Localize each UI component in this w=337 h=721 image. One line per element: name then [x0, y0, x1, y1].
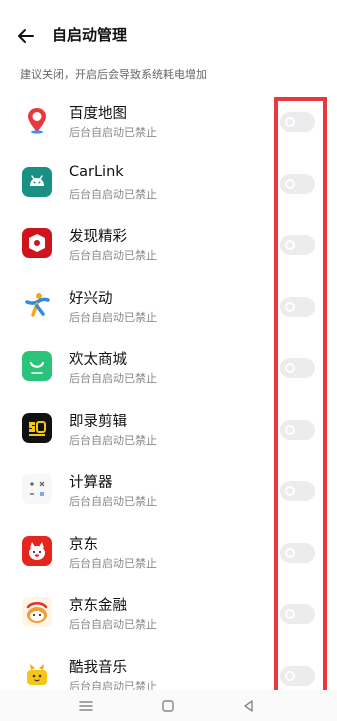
- back-button[interactable]: [14, 24, 38, 48]
- app-name: 好兴动: [69, 290, 113, 307]
- app-name: 计算器: [69, 475, 113, 491]
- toggle-knob: [285, 363, 295, 373]
- jilu-editor-icon: [22, 412, 52, 443]
- back-triangle-icon: [244, 700, 253, 712]
- app-row[interactable]: 欢太商城 后台自启动已禁止: [0, 336, 337, 398]
- app-name: 京东金融: [69, 598, 127, 614]
- app-list: 百度地图 后台自启动已禁止 CarLink 后台自启动已禁止 发现精彩 后台自启…: [0, 90, 337, 705]
- huantai-mall-icon: [22, 351, 52, 381]
- app-status: 后台自启动已禁止: [69, 495, 157, 508]
- home-button[interactable]: [159, 697, 177, 715]
- app-row[interactable]: 好兴动 后台自启动已禁止: [0, 275, 337, 337]
- page-title: 自启动管理: [52, 26, 128, 44]
- autostart-toggle[interactable]: [280, 481, 315, 501]
- menu-button[interactable]: [77, 697, 95, 715]
- nav-back-button[interactable]: [240, 697, 258, 715]
- autostart-toggle[interactable]: [280, 358, 315, 378]
- app-row[interactable]: 即录剪辑 后台自启动已禁止: [0, 398, 337, 460]
- app-status: 后台自启动已禁止: [69, 372, 157, 385]
- app-row[interactable]: CarLink 后台自启动已禁止: [0, 152, 337, 214]
- faxian-jingcai-icon: [22, 228, 52, 258]
- header: 自启动管理: [0, 0, 337, 62]
- app-name: 即录剪辑: [69, 413, 127, 430]
- app-name: 酷我音乐: [69, 659, 127, 676]
- autostart-toggle[interactable]: [280, 665, 315, 686]
- toggle-knob: [285, 670, 295, 681]
- app-status: 后台自启动已禁止: [69, 556, 157, 570]
- jd-icon: [22, 535, 52, 566]
- home-icon: [162, 700, 174, 712]
- app-name: CarLink: [69, 163, 124, 180]
- autostart-toggle[interactable]: [280, 235, 315, 255]
- autostart-toggle[interactable]: [280, 604, 315, 624]
- autostart-toggle[interactable]: [280, 296, 315, 317]
- toggle-knob: [285, 240, 295, 250]
- app-status: 后台自启动已禁止: [69, 126, 157, 139]
- toggle-knob: [285, 486, 295, 496]
- kuwo-music-icon: [22, 658, 52, 689]
- app-status: 后台自启动已禁止: [69, 310, 157, 324]
- page-subtitle: 建议关闭，开启后会导致系统耗电增加: [20, 68, 207, 81]
- autostart-toggle[interactable]: [280, 112, 315, 132]
- toggle-knob: [285, 547, 295, 558]
- jd-finance-icon: [22, 597, 52, 627]
- toggle-knob: [285, 424, 295, 435]
- app-name: 百度地图: [69, 106, 127, 122]
- app-name: 京东: [69, 536, 98, 553]
- autostart-toggle[interactable]: [280, 419, 315, 440]
- baidu-maps-icon: [22, 105, 52, 135]
- carlink-icon: [22, 166, 52, 197]
- toggle-knob: [285, 301, 295, 312]
- calculator-icon: [22, 474, 52, 504]
- back-arrow-icon: [18, 29, 34, 43]
- app-status: 后台自启动已禁止: [69, 433, 157, 447]
- app-status: 后台自启动已禁止: [69, 249, 157, 262]
- autostart-toggle[interactable]: [280, 173, 315, 194]
- app-row[interactable]: 计算器 后台自启动已禁止: [0, 459, 337, 521]
- system-nav-bar: [0, 690, 337, 721]
- toggle-knob: [285, 178, 295, 189]
- toggle-knob: [285, 609, 295, 619]
- app-row[interactable]: 京东 后台自启动已禁止: [0, 521, 337, 583]
- app-row[interactable]: 百度地图 后台自启动已禁止: [0, 90, 337, 152]
- app-status: 后台自启动已禁止: [69, 618, 157, 631]
- app-status: 后台自启动已禁止: [69, 187, 157, 201]
- toggle-knob: [285, 117, 295, 127]
- autostart-toggle[interactable]: [280, 542, 315, 563]
- menu-icon: [79, 701, 93, 711]
- app-row[interactable]: 发现精彩 后台自启动已禁止: [0, 213, 337, 275]
- app-name: 发现精彩: [69, 229, 127, 245]
- haoxingdong-icon: [22, 289, 52, 320]
- app-row[interactable]: 京东金融 后台自启动已禁止: [0, 582, 337, 644]
- app-name: 欢太商城: [69, 352, 127, 368]
